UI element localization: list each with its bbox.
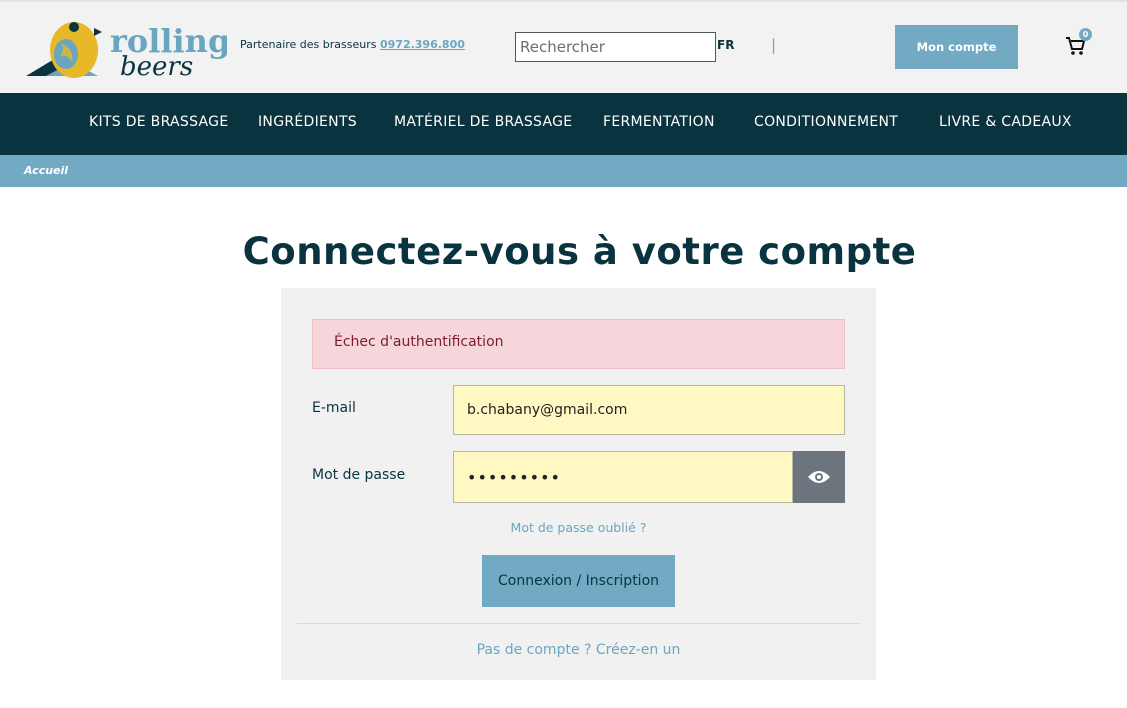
breadcrumb-home[interactable]: Accueil [24, 164, 68, 177]
main-navigation: KITS DE BRASSAGE INGRÉDIENTS MATÉRIEL DE… [0, 93, 1127, 155]
email-field[interactable] [453, 385, 845, 435]
password-label: Mot de passe [312, 467, 406, 483]
nav-item-kits[interactable]: KITS DE BRASSAGE [89, 114, 228, 130]
brand-line2: beers [120, 52, 193, 82]
rolling-beers-logo[interactable]: rolling beers [22, 12, 227, 84]
eye-icon [808, 471, 830, 483]
create-account-link[interactable]: Pas de compte ? Créez-en un [281, 642, 876, 658]
auth-error-alert: Échec d'authentification [312, 319, 845, 369]
partner-info: Partenaire des brasseurs 0972.396.800 [240, 38, 465, 51]
forgot-password-link[interactable]: Mot de passe oublié ? [281, 520, 876, 535]
password-field[interactable] [453, 451, 793, 503]
login-submit-button[interactable]: Connexion / Inscription [482, 555, 675, 607]
show-password-button[interactable] [793, 451, 845, 503]
page-title: Connectez-vous à votre compte [242, 230, 917, 273]
email-label: E-mail [312, 400, 356, 416]
partner-text: Partenaire des brasseurs [240, 38, 377, 51]
nav-item-fermentation[interactable]: FERMENTATION [603, 114, 715, 130]
panel-divider [297, 623, 860, 624]
site-header: rolling beers Partenaire des brasseurs 0… [0, 0, 1127, 93]
phone-link[interactable]: 0972.396.800 [380, 38, 465, 51]
cart-button[interactable]: 0 [1064, 28, 1094, 58]
nav-item-conditionnement[interactable]: CONDITIONNEMENT [754, 114, 898, 130]
nav-item-ingredients[interactable]: INGRÉDIENTS [258, 114, 357, 130]
language-selector[interactable]: FR [717, 38, 734, 52]
header-separator: | [771, 36, 777, 54]
nav-item-materiel[interactable]: MATÉRIEL DE BRASSAGE [394, 114, 572, 130]
my-account-button[interactable]: Mon compte [895, 25, 1018, 69]
search-input[interactable] [515, 32, 716, 62]
breadcrumb: Accueil [0, 155, 1127, 187]
nav-item-livre-cadeaux[interactable]: LIVRE & CADEAUX [939, 114, 1072, 130]
login-panel: Échec d'authentification E-mail Mot de p… [281, 288, 876, 680]
cart-count-badge: 0 [1079, 28, 1092, 41]
